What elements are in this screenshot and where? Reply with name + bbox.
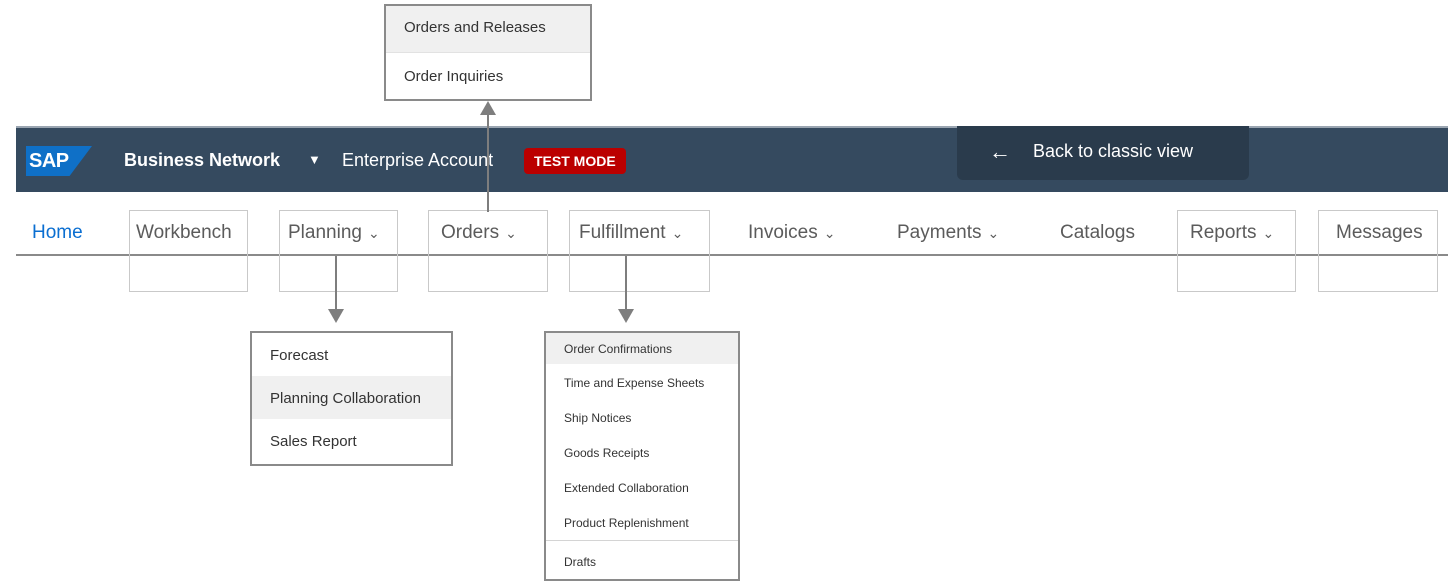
arrow-down-icon	[328, 309, 344, 323]
back-to-classic-label: Back to classic view	[1033, 141, 1194, 161]
menu-item-sales-report[interactable]: Sales Report	[252, 419, 451, 464]
nav-fulfillment-label: Fulfillment	[579, 222, 666, 243]
nav-invoices[interactable]: Invoices ⌄	[748, 222, 835, 244]
shell-header: SAP Business Network ▼ Enterprise Accoun…	[16, 126, 1448, 192]
orders-menu: Orders and Releases Order Inquiries	[384, 4, 592, 101]
menu-item-forecast[interactable]: Forecast	[252, 333, 451, 376]
main-nav: Home Workbench Planning ⌄ Orders ⌄ Fulfill…	[16, 192, 1448, 256]
nav-reports-label: Reports	[1190, 222, 1257, 243]
sap-logo[interactable]: SAP	[26, 146, 92, 176]
back-to-classic-button[interactable]: ← Back to classic view	[957, 126, 1249, 180]
chevron-down-icon: ⌄	[987, 225, 1000, 241]
nav-workbench[interactable]: Workbench	[136, 222, 232, 244]
menu-item-ship-notices[interactable]: Ship Notices	[546, 399, 738, 434]
nav-home[interactable]: Home	[32, 222, 83, 244]
nav-messages[interactable]: Messages	[1336, 222, 1423, 244]
planning-connector-line	[335, 256, 337, 310]
chevron-down-icon: ⌄	[1262, 225, 1275, 241]
nav-planning-label: Planning	[288, 222, 362, 243]
menu-item-time-and-expense-sheets[interactable]: Time and Expense Sheets	[546, 364, 738, 399]
menu-item-orders-and-releases[interactable]: Orders and Releases	[386, 6, 590, 52]
nav-payments-label: Payments	[897, 222, 982, 243]
chevron-down-icon: ⌄	[505, 225, 517, 241]
nav-fulfillment[interactable]: Fulfillment ⌄	[579, 222, 683, 244]
menu-item-extended-collaboration[interactable]: Extended Collaboration	[546, 469, 738, 504]
chevron-down-icon: ⌄	[367, 225, 380, 241]
arrow-up-icon	[480, 101, 496, 115]
nav-orders[interactable]: Orders ⌄	[441, 222, 517, 244]
menu-item-product-replenishment[interactable]: Product Replenishment	[546, 504, 738, 540]
chevron-down-icon: ⌄	[823, 225, 836, 241]
menu-item-order-inquiries[interactable]: Order Inquiries	[386, 52, 590, 100]
nav-invoices-label: Invoices	[748, 222, 818, 243]
account-name: Enterprise Account	[342, 150, 494, 170]
caret-down-icon[interactable]: ▼	[308, 152, 321, 167]
nav-reports[interactable]: Reports ⌄	[1190, 222, 1274, 244]
network-title[interactable]: Business Network	[124, 150, 280, 171]
arrow-left-icon: ←	[989, 139, 1011, 164]
fulfillment-connector-line	[625, 256, 627, 310]
orders-connector-line	[487, 114, 489, 212]
test-mode-badge: TEST MODE	[524, 148, 626, 174]
menu-item-order-confirmations[interactable]: Order Confirmations	[546, 333, 738, 364]
fulfillment-menu: Order Confirmations Time and Expense She…	[544, 331, 740, 581]
nav-planning[interactable]: Planning ⌄	[288, 222, 380, 244]
nav-orders-label: Orders	[441, 222, 500, 243]
logo-text: SAP	[29, 150, 69, 172]
planning-menu: Forecast Planning Collaboration Sales Re…	[250, 331, 453, 466]
nav-catalogs[interactable]: Catalogs	[1060, 222, 1135, 244]
chevron-down-icon: ⌄	[671, 225, 684, 241]
menu-item-goods-receipts[interactable]: Goods Receipts	[546, 434, 738, 469]
arrow-down-icon	[618, 309, 634, 323]
nav-payments[interactable]: Payments ⌄	[897, 222, 999, 244]
menu-item-planning-collaboration[interactable]: Planning Collaboration	[252, 376, 451, 419]
